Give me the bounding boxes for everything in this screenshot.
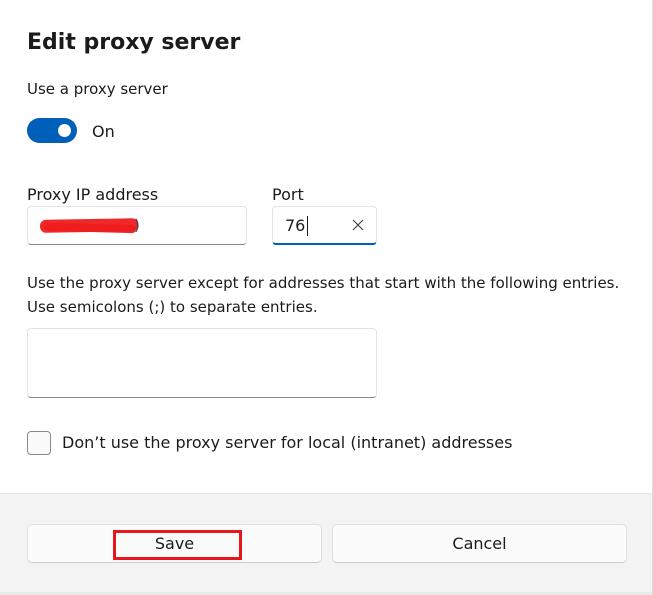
- toggle-state-text: On: [92, 122, 115, 141]
- bypass-local-label: Don’t use the proxy server for local (in…: [62, 433, 513, 452]
- dialog-title: Edit proxy server: [27, 30, 241, 55]
- exceptions-description-line1: Use the proxy server except for addresse…: [27, 274, 620, 292]
- port-input[interactable]: 76: [272, 206, 377, 245]
- dialog-content: Edit proxy server Use a proxy server On …: [0, 0, 652, 493]
- exceptions-description: Use the proxy server except for addresse…: [27, 271, 637, 319]
- port-label: Port: [272, 185, 304, 204]
- proxy-ip-label: Proxy IP address: [27, 185, 159, 204]
- text-caret: [307, 216, 308, 236]
- edit-proxy-dialog: Edit proxy server Use a proxy server On …: [0, 0, 653, 595]
- proxy-ip-value-suffix: ): [134, 216, 141, 234]
- cancel-button[interactable]: Cancel: [332, 524, 627, 563]
- port-value: 76: [285, 216, 306, 235]
- clear-x-icon: [352, 219, 364, 231]
- exceptions-textarea[interactable]: [27, 328, 377, 398]
- use-proxy-label: Use a proxy server: [27, 80, 168, 98]
- toggle-knob-icon: [58, 124, 71, 137]
- save-button[interactable]: Save: [27, 524, 322, 563]
- clear-port-button[interactable]: [348, 215, 368, 235]
- use-proxy-toggle[interactable]: [27, 118, 77, 143]
- bypass-local-checkbox[interactable]: [27, 431, 51, 455]
- exceptions-description-line2: Use semicolons (;) to separate entries.: [27, 298, 318, 316]
- proxy-ip-input[interactable]: ): [27, 206, 247, 245]
